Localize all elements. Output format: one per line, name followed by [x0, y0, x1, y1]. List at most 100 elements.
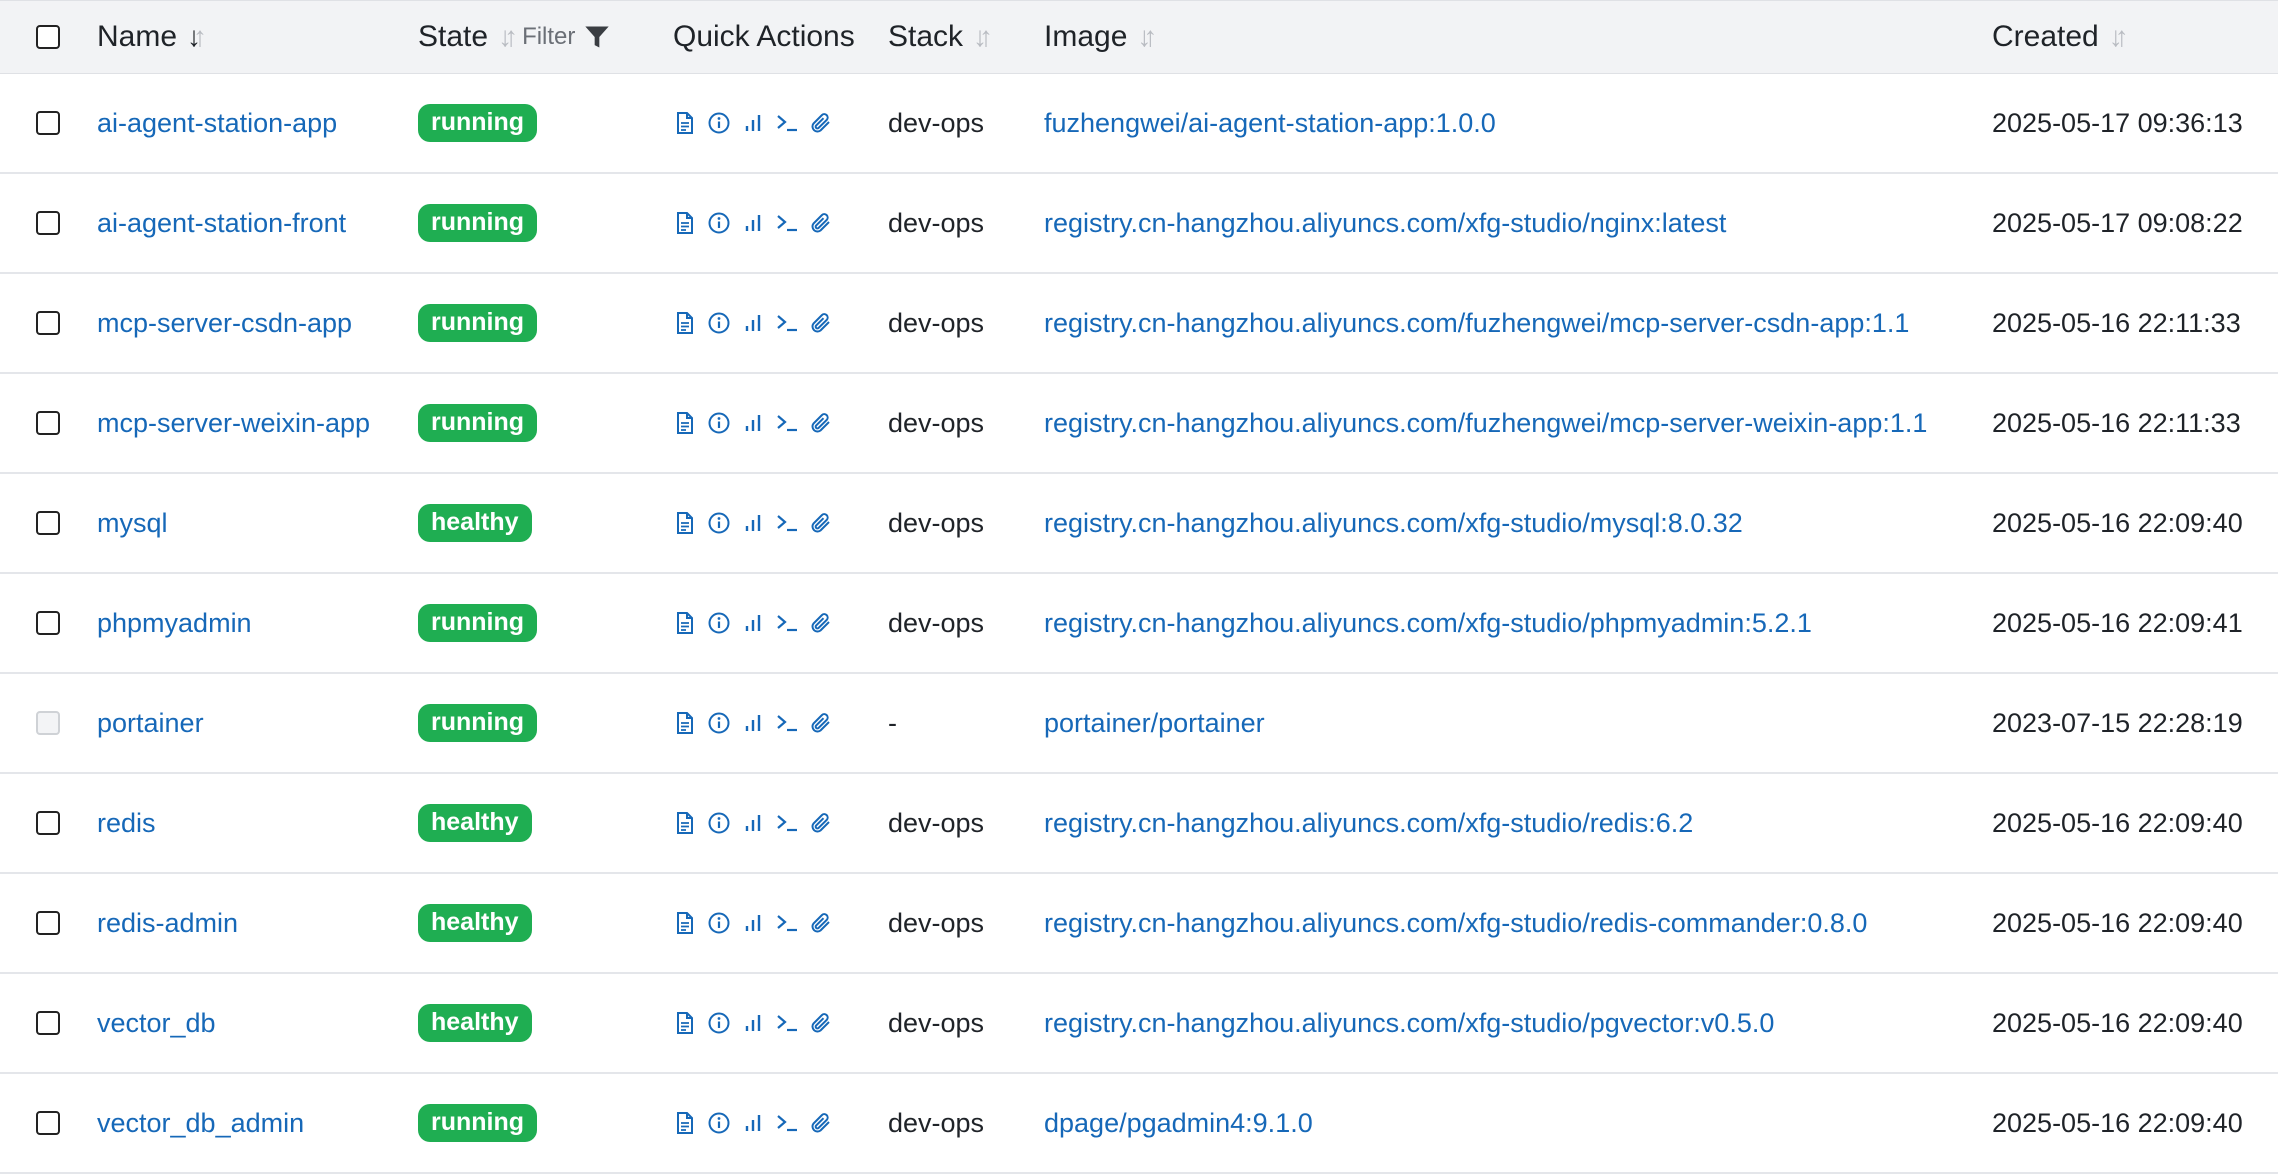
logs-icon[interactable] — [673, 211, 697, 235]
sort-icon[interactable]: ↓↑ — [2109, 21, 2129, 53]
attach-icon[interactable] — [809, 411, 833, 435]
sort-icon[interactable]: ↓↑ — [1137, 21, 1157, 53]
stats-icon[interactable] — [741, 211, 765, 235]
image-link[interactable]: dpage/pgadmin4:9.1.0 — [1044, 1108, 1313, 1139]
console-icon[interactable] — [775, 411, 799, 435]
column-header-image[interactable]: Image ↓↑ — [1044, 1, 1157, 73]
image-link[interactable]: portainer/portainer — [1044, 708, 1265, 739]
inspect-icon[interactable] — [707, 711, 731, 735]
filter-label[interactable]: Filter — [522, 23, 575, 51]
stats-icon[interactable] — [741, 411, 765, 435]
image-link[interactable]: registry.cn-hangzhou.aliyuncs.com/xfg-st… — [1044, 208, 1726, 239]
logs-icon[interactable] — [673, 511, 697, 535]
attach-icon[interactable] — [809, 911, 833, 935]
logs-icon[interactable] — [673, 811, 697, 835]
row-checkbox[interactable] — [36, 911, 60, 935]
inspect-icon[interactable] — [707, 1111, 731, 1135]
attach-icon[interactable] — [809, 611, 833, 635]
inspect-icon[interactable] — [707, 211, 731, 235]
image-link[interactable]: registry.cn-hangzhou.aliyuncs.com/xfg-st… — [1044, 808, 1693, 839]
inspect-icon[interactable] — [707, 411, 731, 435]
inspect-icon[interactable] — [707, 511, 731, 535]
stats-icon[interactable] — [741, 711, 765, 735]
container-name-link[interactable]: redis-admin — [97, 908, 238, 939]
inspect-icon[interactable] — [707, 1011, 731, 1035]
logs-icon[interactable] — [673, 611, 697, 635]
logs-icon[interactable] — [673, 711, 697, 735]
inspect-icon[interactable] — [707, 911, 731, 935]
stats-icon[interactable] — [741, 1111, 765, 1135]
inspect-icon[interactable] — [707, 311, 731, 335]
attach-icon[interactable] — [809, 811, 833, 835]
console-icon[interactable] — [775, 111, 799, 135]
column-header-name[interactable]: Name ↓↑ — [97, 1, 207, 73]
console-icon[interactable] — [775, 811, 799, 835]
stats-icon[interactable] — [741, 311, 765, 335]
row-checkbox[interactable] — [36, 311, 60, 335]
row-checkbox[interactable] — [36, 811, 60, 835]
console-icon[interactable] — [775, 511, 799, 535]
row-checkbox[interactable] — [36, 411, 60, 435]
sort-desc-icon[interactable]: ↓↑ — [187, 21, 207, 53]
logs-icon[interactable] — [673, 411, 697, 435]
stats-icon[interactable] — [741, 811, 765, 835]
container-name-link[interactable]: ai-agent-station-app — [97, 108, 337, 139]
logs-icon[interactable] — [673, 111, 697, 135]
attach-icon[interactable] — [809, 111, 833, 135]
attach-icon[interactable] — [809, 711, 833, 735]
image-link[interactable]: fuzhengwei/ai-agent-station-app:1.0.0 — [1044, 108, 1496, 139]
logs-icon[interactable] — [673, 311, 697, 335]
container-name-link[interactable]: mcp-server-csdn-app — [97, 308, 352, 339]
image-link[interactable]: registry.cn-hangzhou.aliyuncs.com/fuzhen… — [1044, 408, 1927, 439]
select-all-checkbox[interactable] — [36, 25, 60, 49]
image-link[interactable]: registry.cn-hangzhou.aliyuncs.com/xfg-st… — [1044, 1008, 1774, 1039]
logs-icon[interactable] — [673, 1111, 697, 1135]
attach-icon[interactable] — [809, 211, 833, 235]
row-checkbox[interactable] — [36, 611, 60, 635]
console-icon[interactable] — [775, 211, 799, 235]
console-icon[interactable] — [775, 711, 799, 735]
image-link[interactable]: registry.cn-hangzhou.aliyuncs.com/xfg-st… — [1044, 508, 1743, 539]
stats-icon[interactable] — [741, 511, 765, 535]
attach-icon[interactable] — [809, 511, 833, 535]
container-name-link[interactable]: vector_db — [97, 1008, 216, 1039]
sort-icon[interactable]: ↓↑ — [498, 21, 518, 53]
logs-icon[interactable] — [673, 1011, 697, 1035]
row-checkbox[interactable] — [36, 1011, 60, 1035]
container-name-link[interactable]: mcp-server-weixin-app — [97, 408, 370, 439]
image-link[interactable]: registry.cn-hangzhou.aliyuncs.com/xfg-st… — [1044, 908, 1867, 939]
filter-icon[interactable] — [583, 23, 611, 51]
console-icon[interactable] — [775, 1011, 799, 1035]
console-icon[interactable] — [775, 1111, 799, 1135]
image-link[interactable]: registry.cn-hangzhou.aliyuncs.com/xfg-st… — [1044, 608, 1812, 639]
console-icon[interactable] — [775, 611, 799, 635]
row-checkbox[interactable] — [36, 111, 60, 135]
attach-icon[interactable] — [809, 1011, 833, 1035]
container-name-link[interactable]: vector_db_admin — [97, 1108, 304, 1139]
inspect-icon[interactable] — [707, 811, 731, 835]
container-name-link[interactable]: ai-agent-station-front — [97, 208, 346, 239]
stats-icon[interactable] — [741, 911, 765, 935]
inspect-icon[interactable] — [707, 111, 731, 135]
stats-icon[interactable] — [741, 611, 765, 635]
column-header-state[interactable]: State ↓↑ Filter — [418, 1, 611, 73]
column-header-created[interactable]: Created ↓↑ — [1992, 1, 2129, 73]
sort-icon[interactable]: ↓↑ — [973, 21, 993, 53]
container-name-link[interactable]: phpmyadmin — [97, 608, 252, 639]
stats-icon[interactable] — [741, 111, 765, 135]
image-link[interactable]: registry.cn-hangzhou.aliyuncs.com/fuzhen… — [1044, 308, 1909, 339]
container-name-link[interactable]: mysql — [97, 508, 168, 539]
column-header-stack[interactable]: Stack ↓↑ — [888, 1, 993, 73]
logs-icon[interactable] — [673, 911, 697, 935]
stats-icon[interactable] — [741, 1011, 765, 1035]
row-checkbox[interactable] — [36, 211, 60, 235]
attach-icon[interactable] — [809, 311, 833, 335]
console-icon[interactable] — [775, 311, 799, 335]
container-name-link[interactable]: portainer — [97, 708, 204, 739]
row-checkbox[interactable] — [36, 511, 60, 535]
row-checkbox[interactable] — [36, 1111, 60, 1135]
container-name-link[interactable]: redis — [97, 808, 156, 839]
inspect-icon[interactable] — [707, 611, 731, 635]
attach-icon[interactable] — [809, 1111, 833, 1135]
console-icon[interactable] — [775, 911, 799, 935]
